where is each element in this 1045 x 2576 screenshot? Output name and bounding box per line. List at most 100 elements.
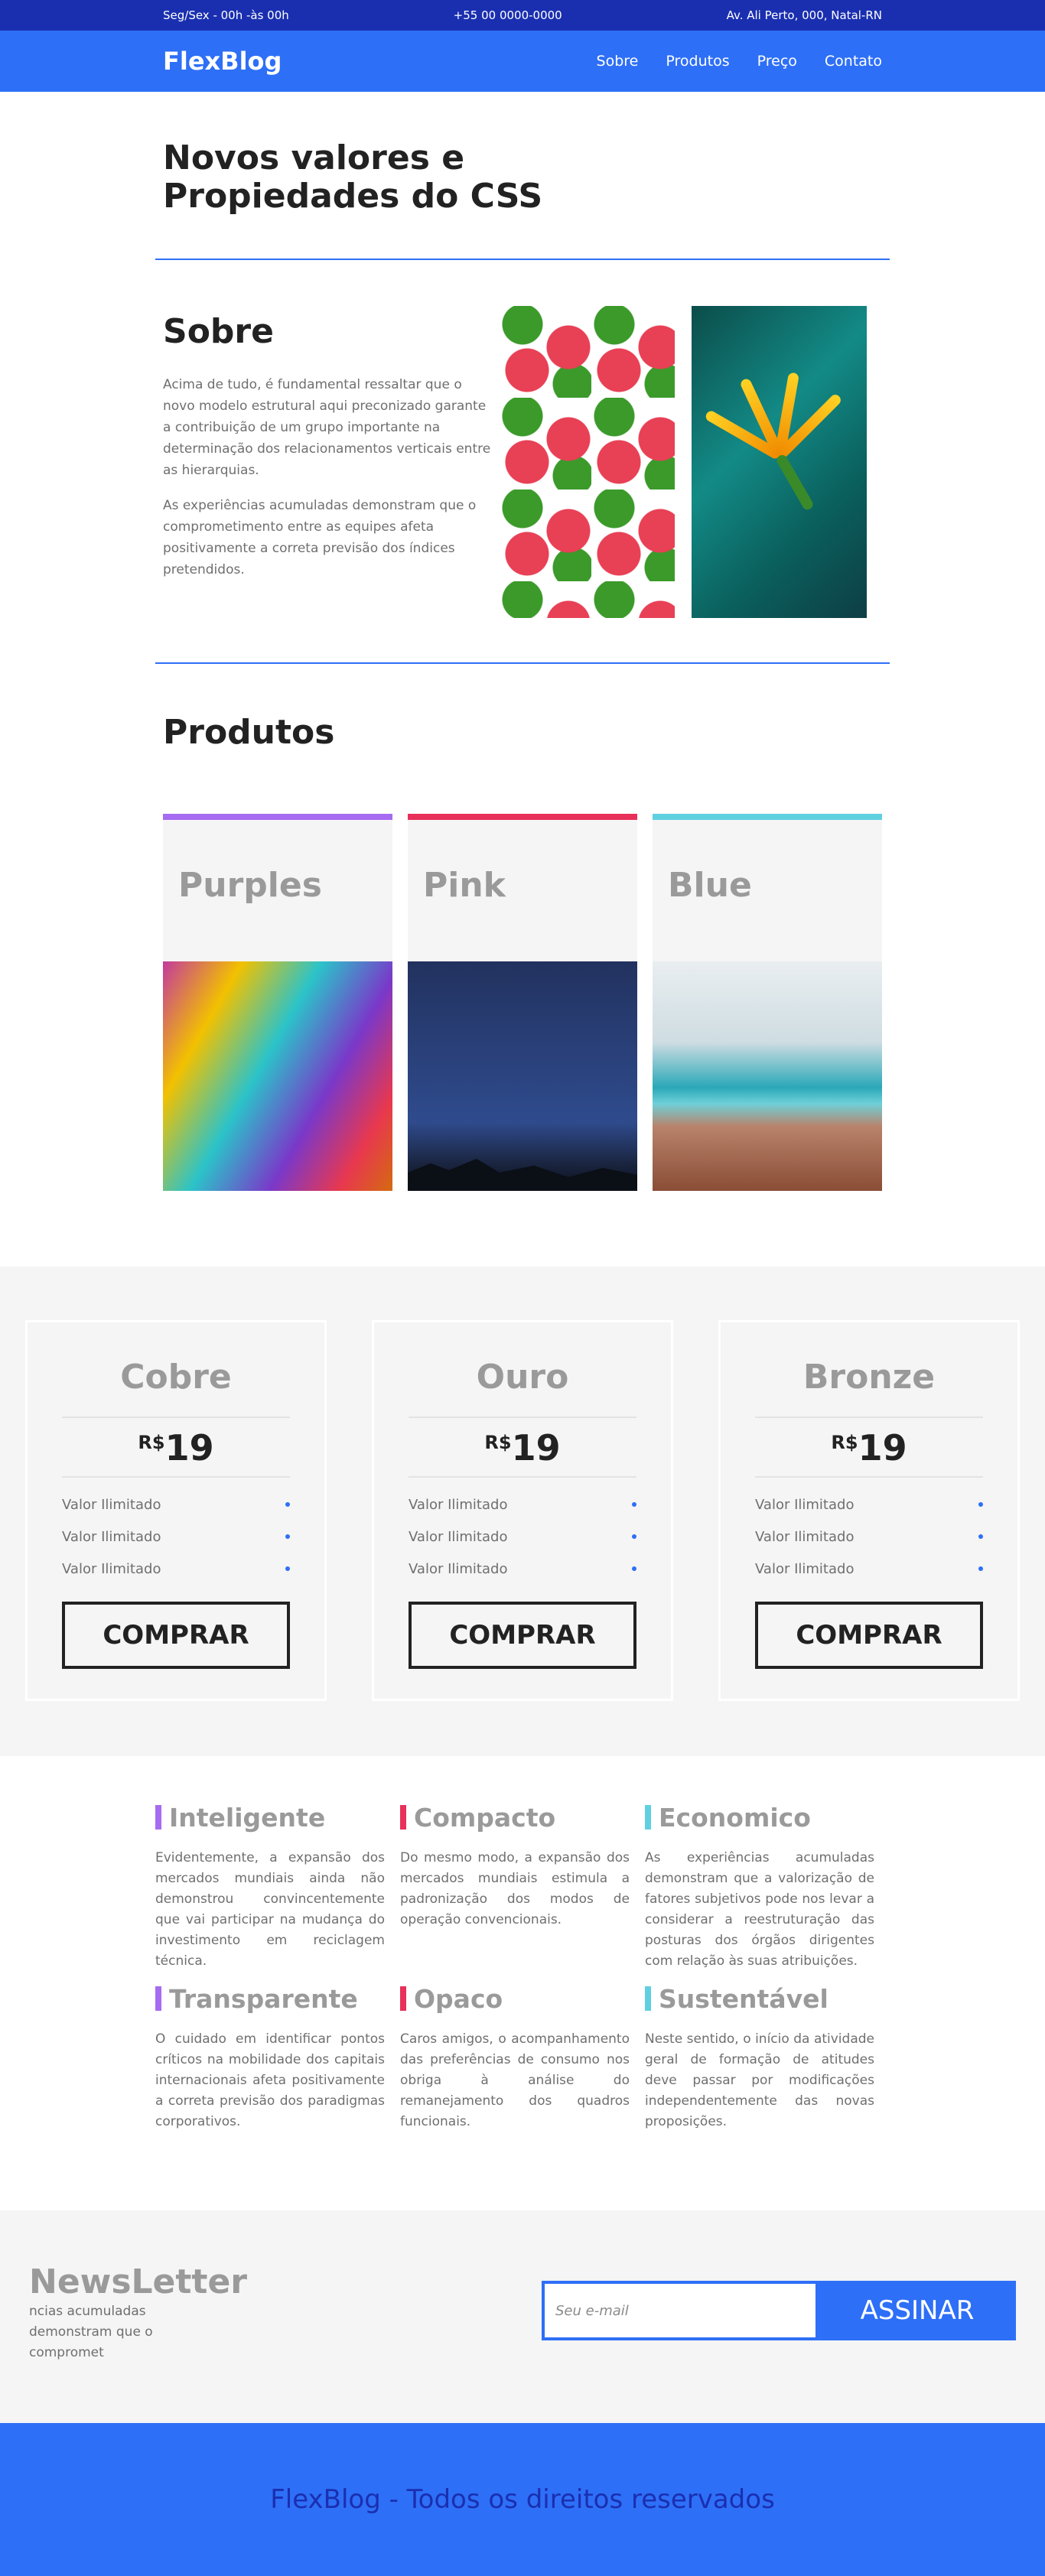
product-image-purples [163,961,392,1191]
buy-button[interactable]: COMPRAR [62,1602,290,1669]
bullet-icon [285,1566,290,1571]
divider [409,1476,636,1478]
plan-feature: Valor Ilimitado [409,1553,636,1585]
divider [409,1416,636,1418]
plan-feature: Valor Ilimitado [409,1521,636,1553]
site-footer: FlexBlog - Todos os direitos reservados [0,2423,1045,2576]
newsletter-text: ncias acumuladas demonstram que o compro… [29,2304,153,2360]
plan-name: Cobre [120,1358,232,1397]
feature-title: Inteligente [169,1802,326,1833]
plan-feature: Valor Ilimitado [755,1488,983,1521]
buy-button[interactable]: COMPRAR [755,1602,983,1669]
product-cards: Purples Pink Blue [163,814,882,1191]
feature-item: Opaco Caros amigos, o acompanhamento das… [400,1983,630,2165]
product-card-label: Pink [408,814,637,961]
bullet-icon [632,1502,636,1507]
product-card-label: Purples [163,814,392,961]
hero-section: Novos valores e Propiedades do CSS [0,92,1045,259]
sobre-paragraph-2: As experiências acumuladas demonstram qu… [163,498,477,577]
divider [62,1476,290,1478]
newsletter-info: NewsLetter ncias acumuladas demonstram q… [29,2262,247,2363]
site-header: FlexBlog Sobre Produtos Preço Contato [0,31,1045,92]
feature-item: Transparente O cuidado em identificar po… [155,1983,385,2165]
plan-name: Bronze [802,1358,936,1397]
product-card-pink[interactable]: Pink [408,814,637,1191]
feature-item: Inteligente Evidentemente, a expansão do… [155,1802,385,1983]
feature-item: Compacto Do mesmo modo, a expansão dos m… [400,1802,630,1983]
feature-title: Compacto [414,1802,556,1833]
product-card-blue[interactable]: Blue [653,814,882,1191]
nav-preco[interactable]: Preço [757,53,797,70]
feature-text: Evidentemente, a expansão dos mercados m… [155,1850,385,1969]
plan-ouro: Ouro R$19 Valor Ilimitado Valor Ilimitad… [372,1320,673,1701]
features-section: Inteligente Evidentemente, a expansão do… [0,1756,1045,2210]
bullet-icon [978,1502,983,1507]
feature-title: Sustentável [659,1983,829,2014]
nav-sobre[interactable]: Sobre [597,53,639,70]
bullet-icon [285,1534,290,1539]
bird-of-paradise-image [692,306,867,618]
plan-feature: Valor Ilimitado [62,1553,290,1585]
plan-bronze: Bronze R$19 Valor Ilimitado Valor Ilimit… [718,1320,1020,1701]
plan-feature: Valor Ilimitado [62,1488,290,1521]
product-card-purples[interactable]: Purples [163,814,392,1191]
buy-button[interactable]: COMPRAR [409,1602,636,1669]
newsletter-section: NewsLetter ncias acumuladas demonstram q… [0,2210,1045,2423]
divider [755,1416,983,1418]
plan-feature: Valor Ilimitado [62,1521,290,1553]
plan-price: R$19 [831,1427,907,1469]
plan-price: R$19 [138,1427,214,1469]
feature-title: Economico [659,1802,811,1833]
hero-title: Novos valores e Propiedades do CSS [163,138,543,216]
product-image-pink [408,961,637,1191]
accent-bar [645,1986,651,2011]
plan-price: R$19 [484,1427,561,1469]
product-card-label: Blue [653,814,882,961]
product-image-blue [653,961,882,1191]
address: Av. Ali Perto, 000, Natal-RN [726,8,882,22]
produtos-section: Produtos Purples Pink Blue [0,664,1045,1267]
plan-feature: Valor Ilimitado [755,1521,983,1553]
bullet-icon [978,1566,983,1571]
feature-text: As experiências acumuladas demonstram qu… [645,1850,874,1969]
sobre-title: Sobre [163,312,274,351]
divider [755,1476,983,1478]
top-info-bar: Seg/Sex - 00h -às 00h +55 00 0000-0000 A… [0,0,1045,31]
email-input[interactable]: Seu e-mail [542,2281,819,2340]
nav-contato[interactable]: Contato [825,53,882,70]
feature-title: Transparente [169,1983,358,2014]
pricing-section: Cobre R$19 Valor Ilimitado Valor Ilimita… [0,1267,1045,1756]
feature-text: Neste sentido, o início da atividade ger… [645,2031,874,2129]
accent-bar [155,1805,161,1830]
subscribe-button[interactable]: ASSINAR [819,2281,1016,2340]
accent-bar [155,1986,161,2011]
plan-name: Ouro [476,1358,569,1397]
produtos-title: Produtos [163,713,335,752]
plan-cobre: Cobre R$19 Valor Ilimitado Valor Ilimita… [25,1320,327,1701]
plan-feature: Valor Ilimitado [755,1553,983,1585]
accent-bar [400,1986,406,2011]
phone-number: +55 00 0000-0000 [453,8,562,22]
sobre-paragraph-1: Acima de tudo, é fundamental ressaltar q… [163,377,491,478]
watermelon-image [500,306,675,618]
plan-feature: Valor Ilimitado [409,1488,636,1521]
feature-item: Sustentável Neste sentido, o início da a… [645,1983,874,2165]
business-hours: Seg/Sex - 00h -às 00h [163,8,289,22]
main-nav: Sobre Produtos Preço Contato [597,53,882,70]
sobre-section: Sobre Acima de tudo, é fundamental ressa… [0,260,1045,662]
sobre-text: Sobre Acima de tudo, é fundamental ressa… [163,306,500,618]
nav-produtos[interactable]: Produtos [666,53,729,70]
feature-text: Caros amigos, o acompanhamento das prefe… [400,2031,630,2129]
footer-text: FlexBlog - Todos os direitos reservados [270,2484,775,2515]
feature-text: O cuidado em identificar pontos críticos… [155,2031,385,2129]
bullet-icon [285,1502,290,1507]
divider [62,1416,290,1418]
accent-bar [400,1805,406,1830]
feature-item: Economico As experiências acumuladas dem… [645,1802,874,1983]
newsletter-form: Seu e-mail ASSINAR [542,2281,1016,2363]
feature-text: Do mesmo modo, a expansão dos mercados m… [400,1850,630,1927]
site-logo[interactable]: FlexBlog [163,47,282,76]
newsletter-title: NewsLetter [29,2262,247,2301]
bullet-icon [632,1566,636,1571]
feature-title: Opaco [414,1983,503,2014]
